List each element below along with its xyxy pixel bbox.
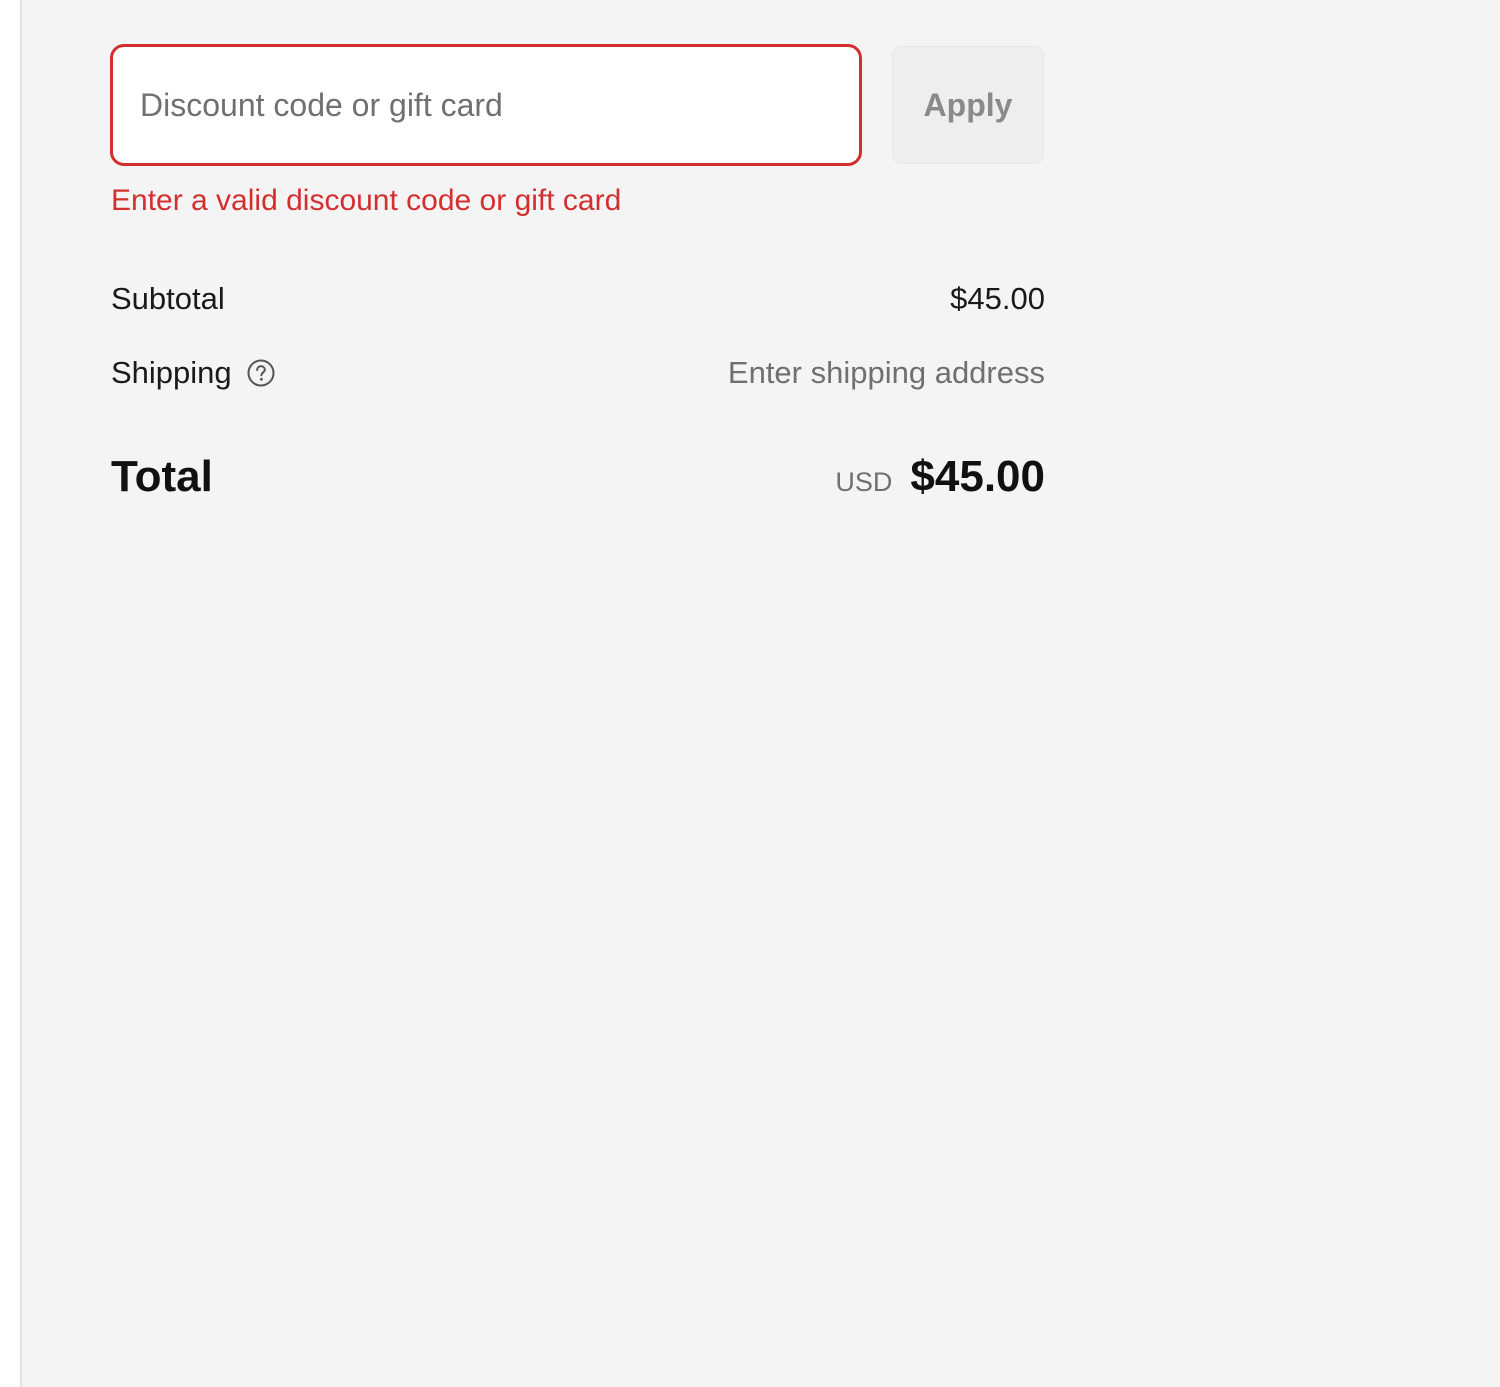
discount-row: Apply: [110, 44, 1045, 166]
total-row: Total USD $45.00: [111, 452, 1045, 502]
shipping-value: Enter shipping address: [727, 355, 1045, 390]
subtotal-label: Subtotal: [111, 281, 225, 317]
total-amount-group: USD $45.00: [835, 452, 1045, 502]
discount-code-input[interactable]: [113, 47, 859, 163]
subtotal-row: Subtotal $45.00: [111, 281, 1045, 317]
total-amount: $45.00: [910, 452, 1045, 501]
order-summary-panel: Apply Enter a valid discount code or gif…: [20, 0, 1500, 1387]
apply-button[interactable]: Apply: [892, 46, 1044, 164]
total-label: Total: [111, 452, 213, 501]
currency-code: USD: [835, 467, 893, 497]
subtotal-label-text: Subtotal: [111, 281, 225, 316]
shipping-label: Shipping: [111, 355, 276, 391]
discount-field-wrapper: [110, 44, 862, 166]
question-circle-icon[interactable]: [246, 358, 276, 388]
subtotal-value: $45.00: [950, 281, 1045, 316]
discount-error-message: Enter a valid discount code or gift card: [111, 184, 622, 217]
shipping-label-text: Shipping: [111, 355, 232, 390]
shipping-row: Shipping Enter shipping address: [111, 355, 1045, 391]
